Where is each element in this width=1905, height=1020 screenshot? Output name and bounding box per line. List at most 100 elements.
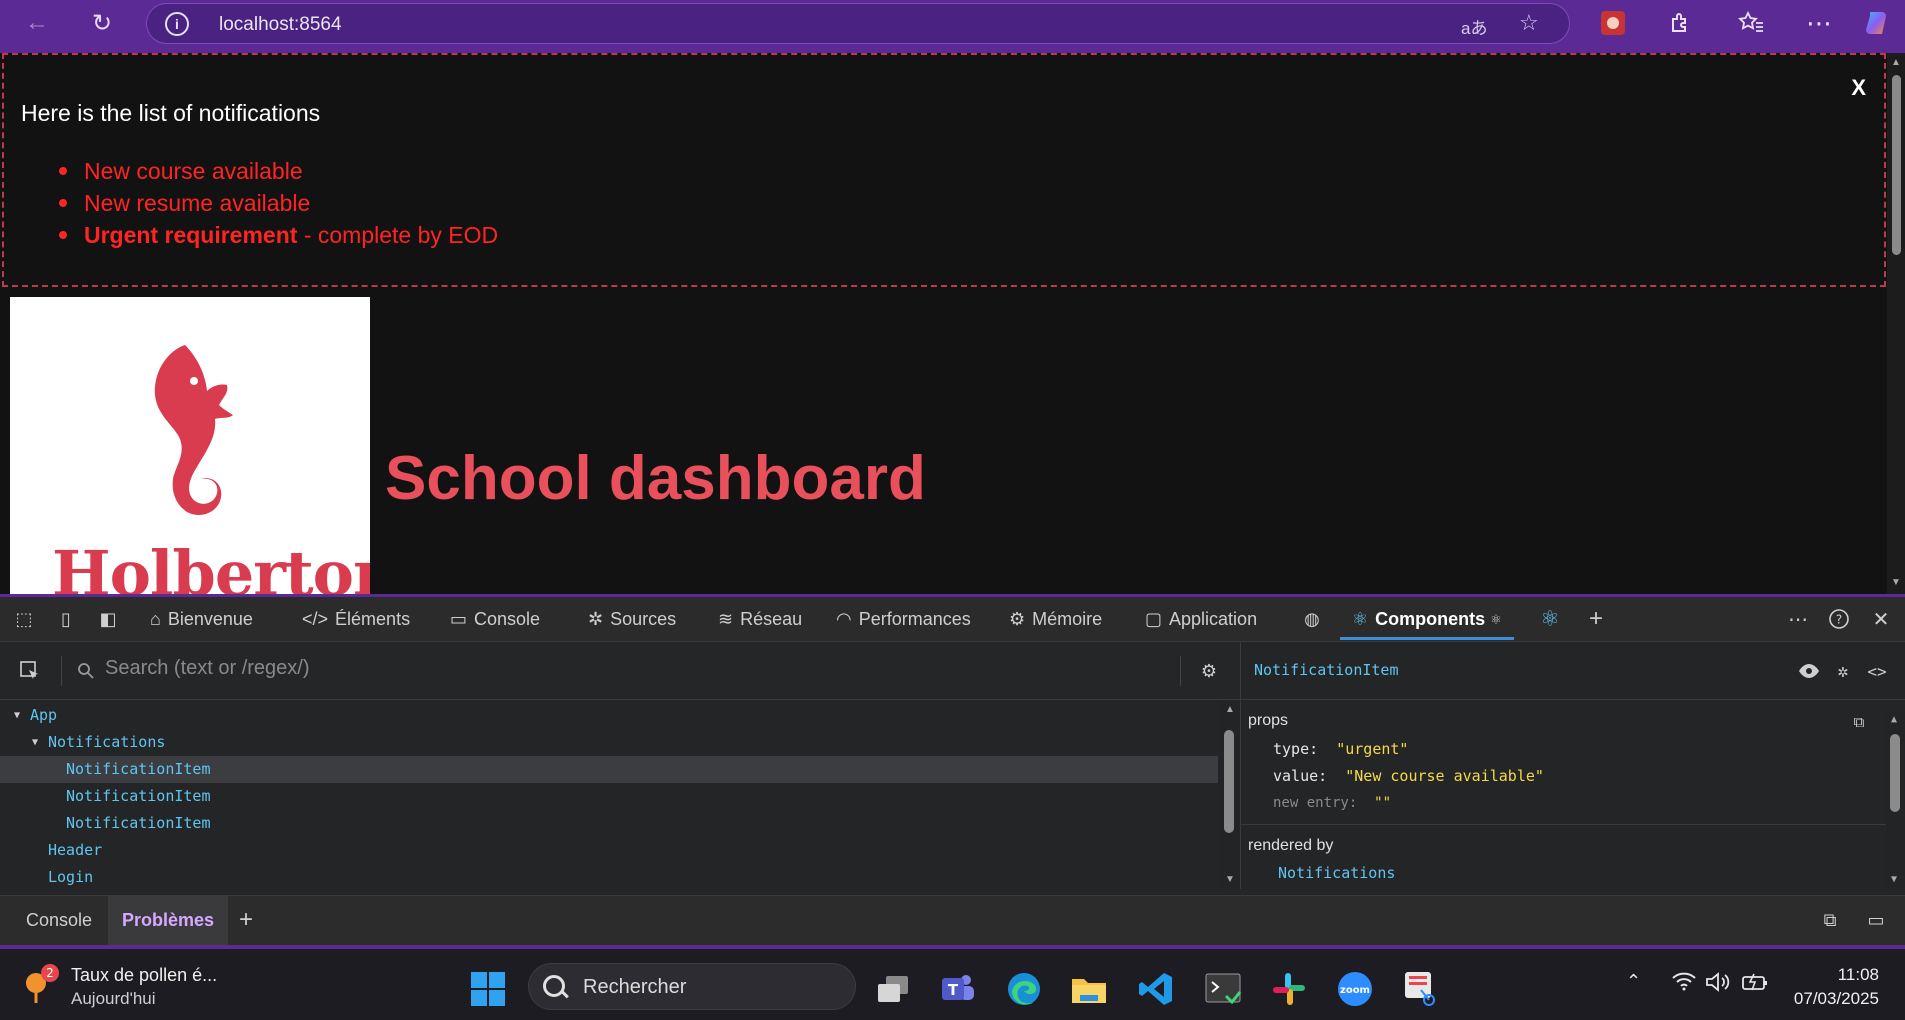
tab-network[interactable]: ≋ Réseau [718, 597, 802, 642]
windows-start-icon[interactable] [468, 969, 508, 1009]
system-clock[interactable]: 11:08 07/03/2025 [1794, 963, 1879, 1011]
react-profiler-icon[interactable]: ⚛ [1538, 606, 1562, 631]
add-tab-icon[interactable]: + [1584, 605, 1608, 632]
favorites-icon[interactable] [1734, 6, 1768, 40]
drawer-tab-console[interactable]: Console [12, 896, 106, 945]
tree-item-app[interactable]: ▼ App [0, 702, 1218, 729]
favorite-icon[interactable]: ☆ [1519, 10, 1539, 36]
tab-application[interactable]: ▢ Application [1145, 597, 1257, 642]
dock-side-icon[interactable]: ◧ [96, 607, 120, 631]
component-search-input[interactable] [105, 657, 1155, 680]
debug-bug-icon[interactable]: ✲ [1831, 659, 1855, 683]
dock-drawer-icon[interactable]: ⧉ [1818, 908, 1842, 932]
devtools-panel: ⬚ ▯ ◧ ⌂ Bienvenue </> Éléments ▭ Console ✲ S… [0, 594, 1905, 945]
back-icon[interactable]: ← [20, 6, 54, 40]
info-icon[interactable]: i [165, 12, 189, 36]
inspector-scrollbar[interactable]: ▲ ▼ [1886, 712, 1905, 889]
prop-row-new-entry[interactable]: new entry: "" [1273, 793, 1391, 813]
close-devtools-icon[interactable]: ✕ [1869, 607, 1893, 631]
tree-item-notifications[interactable]: ▼ Notifications [0, 729, 1218, 756]
notification-item-urgent[interactable]: Urgent requirement - complete by EOD [59, 219, 498, 251]
close-notifications-button[interactable]: X [1851, 75, 1866, 101]
prop-value[interactable]: "" [1374, 795, 1391, 811]
more-options-icon[interactable]: ⋯ [1786, 607, 1810, 631]
extensions-puzzle-icon[interactable] [1663, 6, 1697, 40]
snipping-tool-icon[interactable] [1400, 969, 1440, 1009]
page-scrollbar[interactable]: ▲ ▼ [1887, 53, 1905, 594]
battery-icon[interactable] [1741, 971, 1769, 999]
component-tree: ▼ App ▼ Notifications NotificationItem Not… [0, 702, 1220, 889]
reload-icon[interactable]: ↻ [85, 6, 119, 40]
drawer-tab-problems[interactable]: Problèmes [108, 896, 229, 945]
volume-icon[interactable] [1705, 971, 1731, 999]
collapse-drawer-icon[interactable]: ▭ [1864, 908, 1888, 932]
prop-value[interactable]: "New course available" [1345, 767, 1544, 785]
file-explorer-icon[interactable] [1069, 969, 1109, 1009]
copilot-icon[interactable] [1862, 6, 1896, 40]
windows-taskbar: 2 Taux de pollen é... Aujourd'hui Recher… [0, 945, 1905, 1020]
tree-item-notificationitem[interactable]: NotificationItem [0, 783, 1218, 810]
copy-icon[interactable]: ⧉ [1847, 710, 1871, 734]
clock-time: 11:08 [1837, 965, 1879, 984]
tab-components[interactable]: ⚛ Components ⚛ [1340, 597, 1514, 642]
read-aloud-icon[interactable]: aあ [1461, 14, 1487, 39]
tab-console[interactable]: ▭ Console [450, 597, 540, 642]
tree-item-label: NotificationItem [66, 760, 211, 778]
expand-arrow-icon[interactable]: ▼ [32, 729, 38, 756]
prop-value[interactable]: "urgent" [1336, 740, 1408, 758]
extension-icon[interactable] [1596, 6, 1630, 40]
settings-gear-icon[interactable]: ⚙ [1197, 659, 1221, 683]
page-scrollbar-thumb[interactable] [1892, 75, 1901, 255]
tab-bienvenue[interactable]: ⌂ Bienvenue [150, 597, 253, 642]
tree-item-notificationitem[interactable]: NotificationItem [0, 810, 1218, 837]
show-hidden-icons-icon[interactable]: ⌃ [1626, 971, 1641, 992]
tree-item-label: Header [48, 841, 103, 859]
tab-elements[interactable]: </> Éléments [302, 597, 410, 642]
react-small-icon: ⚛ [1490, 611, 1502, 627]
expand-arrow-icon[interactable]: ▼ [14, 702, 20, 729]
tree-item-header[interactable]: Header [0, 837, 1218, 864]
notification-item-default[interactable]: New course available [59, 155, 498, 187]
scroll-up-icon[interactable]: ▲ [1891, 57, 1901, 68]
scroll-down-icon[interactable]: ▼ [1891, 874, 1897, 885]
rendered-by-link[interactable]: Notifications [1278, 863, 1395, 883]
zoom-icon[interactable]: zoom [1335, 969, 1375, 1009]
scroll-down-icon[interactable]: ▼ [1225, 874, 1235, 885]
tree-item-login[interactable]: Login [0, 864, 1218, 891]
inspect-element-icon[interactable]: ⬚ [12, 607, 36, 631]
globe-icon[interactable]: ◍ [1300, 607, 1324, 631]
help-icon[interactable]: ? [1827, 607, 1851, 631]
tab-sources[interactable]: ✲ Sources [588, 597, 676, 642]
url-text[interactable]: localhost:8564 [219, 14, 342, 36]
select-component-icon[interactable] [18, 659, 42, 683]
scroll-down-icon[interactable]: ▼ [1891, 577, 1901, 588]
weather-widget[interactable]: 2 Taux de pollen é... Aujourd'hui [20, 963, 217, 1012]
terminal-icon[interactable] [1203, 969, 1243, 1009]
tree-scrollbar-thumb[interactable] [1224, 730, 1234, 833]
vscode-icon[interactable] [1136, 969, 1176, 1009]
tree-scrollbar[interactable]: ▲ ▼ [1220, 702, 1240, 889]
eye-icon[interactable] [1797, 659, 1821, 683]
slack-icon[interactable] [1269, 969, 1309, 1009]
add-drawer-tab-icon[interactable]: + [234, 906, 258, 933]
prop-row-value[interactable]: value: "New course available" [1273, 766, 1544, 786]
address-bar[interactable]: i localhost:8564 aあ ☆ [146, 3, 1570, 44]
notification-item-default[interactable]: New resume available [59, 187, 498, 219]
wifi-icon[interactable] [1671, 971, 1697, 997]
scroll-up-icon[interactable]: ▲ [1891, 714, 1897, 725]
inspector-scrollbar-thumb[interactable] [1890, 734, 1900, 812]
prop-key[interactable]: new entry [1273, 795, 1349, 811]
more-icon[interactable]: ⋯ [1802, 6, 1836, 40]
tab-label: Mémoire [1032, 609, 1103, 629]
tab-memory[interactable]: ⚙ Mémoire [1009, 597, 1102, 642]
teams-icon[interactable]: T [938, 969, 978, 1009]
view-source-icon[interactable]: <> [1865, 659, 1889, 683]
device-toolbar-icon[interactable]: ▯ [54, 607, 78, 631]
taskbar-search[interactable]: Rechercher [528, 963, 856, 1010]
edge-icon[interactable] [1004, 969, 1044, 1009]
task-view-icon[interactable] [873, 969, 913, 1009]
tab-performance[interactable]: ◠ Performances [836, 597, 971, 642]
scroll-up-icon[interactable]: ▲ [1225, 704, 1235, 715]
tree-item-notificationitem-selected[interactable]: NotificationItem [0, 756, 1218, 783]
prop-row-type[interactable]: type: "urgent" [1273, 739, 1408, 759]
